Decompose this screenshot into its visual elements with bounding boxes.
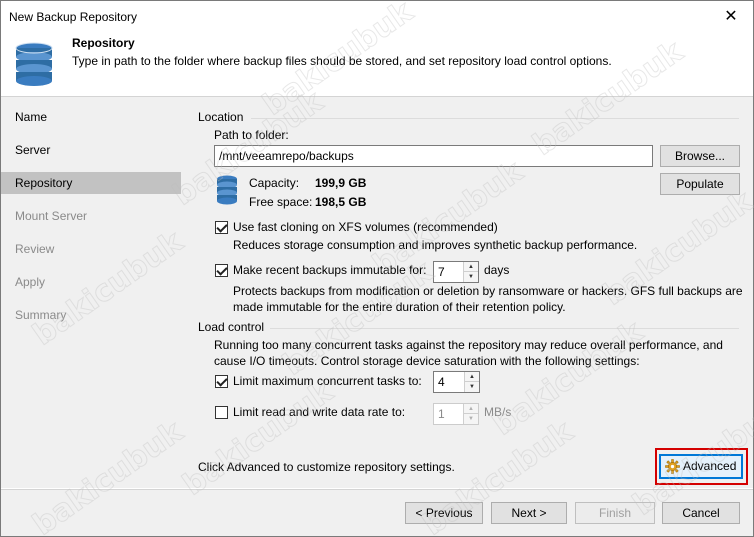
wizard-header: Repository Type in path to the folder wh… xyxy=(1,32,753,90)
capacity-label: Capacity: xyxy=(249,176,300,190)
spin-down-icon[interactable]: ▼ xyxy=(465,382,479,392)
database-icon xyxy=(15,42,53,86)
repository-settings-panel: Location Path to folder: /mnt/veeamrepo/… xyxy=(181,97,753,488)
title-bar: New Backup Repository ✕ xyxy=(1,1,753,32)
immutable-label[interactable]: Make recent backups immutable for: xyxy=(233,263,426,277)
header-description: Type in path to the folder where backup … xyxy=(72,54,612,68)
spin-up-icon: ▲ xyxy=(464,404,478,414)
nav-item-apply: Apply xyxy=(15,275,46,289)
wizard-steps-nav: Name Server Repository Mount Server Revi… xyxy=(1,97,181,488)
previous-button[interactable]: < Previous xyxy=(405,502,483,524)
spin-down-icon: ▼ xyxy=(468,416,474,422)
header-title: Repository xyxy=(72,36,135,50)
limit-tasks-stepper[interactable]: 4 ▲ ▼ xyxy=(433,371,480,393)
immutable-checkbox[interactable] xyxy=(215,264,228,277)
load-control-description-line2: cause I/O timeouts. Control storage devi… xyxy=(214,354,640,368)
load-control-description-line1: Running too many concurrent tasks agains… xyxy=(214,338,723,352)
limit-tasks-checkbox[interactable] xyxy=(215,375,228,388)
location-divider xyxy=(251,118,739,119)
limit-rate-stepper: 1 ▲ ▼ xyxy=(433,403,479,425)
nav-item-server[interactable]: Server xyxy=(1,139,181,161)
free-space-label: Free space: xyxy=(249,195,313,209)
path-label: Path to folder: xyxy=(214,128,289,142)
immutable-days-value: 7 xyxy=(438,265,445,279)
close-icon[interactable]: ✕ xyxy=(709,1,753,31)
fast-cloning-label[interactable]: Use fast cloning on XFS volumes (recomme… xyxy=(233,220,498,234)
limit-rate-unit: MB/s xyxy=(484,405,512,419)
nav-item-review: Review xyxy=(15,242,55,256)
spin-down-icon[interactable]: ▼ xyxy=(464,272,478,282)
advanced-button[interactable]: Advanced xyxy=(659,454,743,479)
immutable-description-line1: Protects backups from modification or de… xyxy=(233,284,743,298)
limit-tasks-label[interactable]: Limit maximum concurrent tasks to: xyxy=(233,374,422,388)
immutable-description-line2: made immutable for the entire duration o… xyxy=(233,300,566,314)
advanced-button-label: Advanced xyxy=(683,459,737,473)
populate-button[interactable]: Populate xyxy=(660,173,740,195)
browse-button[interactable]: Browse... xyxy=(660,145,740,167)
capacity-value: 199,9 GB xyxy=(315,176,367,190)
spin-up-icon[interactable]: ▲ xyxy=(464,262,478,272)
finish-button: Finish xyxy=(575,502,655,524)
advanced-hint: Click Advanced to customize repository s… xyxy=(198,460,455,474)
next-button[interactable]: Next > xyxy=(491,502,567,524)
new-backup-repository-dialog: New Backup Repository ✕ Repository Type … xyxy=(0,0,754,537)
immutable-days-arrows[interactable]: ▲ ▼ xyxy=(463,262,478,282)
nav-item-mount-server: Mount Server xyxy=(15,209,88,223)
immutable-days-stepper[interactable]: 7 ▲ ▼ xyxy=(433,261,479,283)
spin-up-icon[interactable]: ▲ xyxy=(465,372,479,382)
window-title: New Backup Repository xyxy=(9,10,138,24)
cancel-button[interactable]: Cancel xyxy=(662,502,740,524)
free-space-value: 198,5 GB xyxy=(315,195,367,209)
limit-rate-value: 1 xyxy=(438,407,445,421)
limit-tasks-value: 4 xyxy=(438,375,445,389)
limit-tasks-arrows[interactable]: ▲ ▼ xyxy=(464,372,479,392)
location-section-title: Location xyxy=(198,110,244,124)
immutable-unit: days xyxy=(484,263,510,277)
wizard-footer: < Previous Next > Finish Cancel xyxy=(1,490,753,536)
nav-item-name[interactable]: Name xyxy=(1,106,181,128)
path-input[interactable]: /mnt/veeamrepo/backups xyxy=(214,145,653,167)
gear-icon xyxy=(665,459,680,474)
load-control-section-title: Load control xyxy=(198,320,265,334)
fast-cloning-checkbox[interactable] xyxy=(215,221,228,234)
nav-item-summary: Summary xyxy=(15,308,67,322)
load-control-divider xyxy=(270,328,739,329)
capacity-database-icon xyxy=(217,175,237,205)
nav-item-repository[interactable]: Repository xyxy=(1,172,181,194)
limit-rate-checkbox[interactable] xyxy=(215,406,228,419)
limit-rate-arrows: ▲ ▼ xyxy=(463,404,478,424)
limit-rate-label[interactable]: Limit read and write data rate to: xyxy=(233,405,405,419)
fast-cloning-description: Reduces storage consumption and improves… xyxy=(233,238,638,252)
